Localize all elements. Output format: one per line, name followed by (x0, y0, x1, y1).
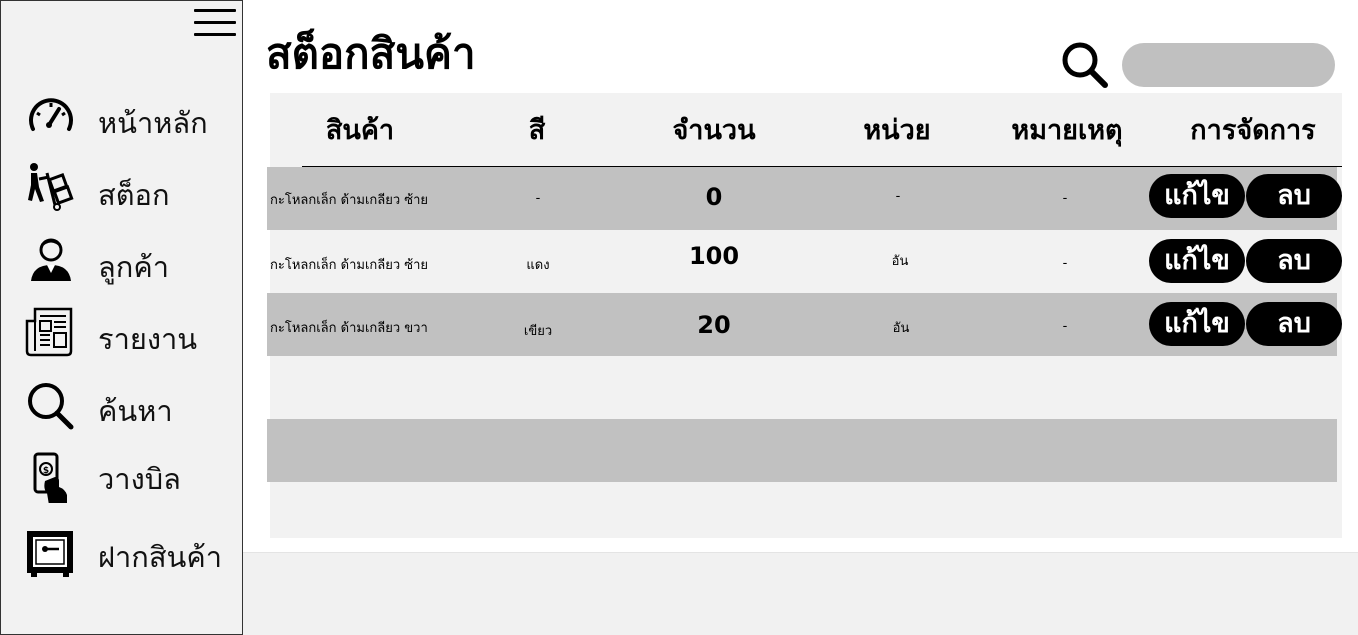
delete-button[interactable]: ลบ (1246, 302, 1342, 346)
empty-table-row (267, 419, 1337, 482)
table-header: สินค้า สี จำนวน หน่วย หมายเหตุ การจัดการ (270, 93, 1342, 167)
sidebar: หน้าหลัก สต็อก ลูกค้า รายงาน ค้นหา $ วาง… (0, 0, 243, 635)
product-unit: อัน (891, 254, 909, 269)
page-title: สต็อกสินค้า (266, 29, 476, 78)
product-name: กะโหลกเล็ก ด้ามเกลียว ซ้าย (270, 258, 429, 273)
search-icon (28, 383, 74, 430)
sidebar-item-billing[interactable]: $ วางบิล (25, 451, 235, 507)
hamburger-menu-icon[interactable] (194, 9, 236, 39)
sidebar-item-label: สต็อก (98, 178, 170, 212)
menu-bar (194, 9, 236, 12)
footer-area (243, 552, 1358, 635)
product-note: - (1062, 319, 1068, 334)
product-unit: อัน (892, 321, 910, 336)
table-row: กะโหลกเล็ก ด้ามเกลียว ขวา เขียว 20 อัน -… (267, 293, 1342, 356)
sidebar-item-deposit[interactable]: ฝากสินค้า (25, 529, 235, 585)
sidebar-item-report[interactable]: รายงาน (25, 307, 235, 363)
column-header-product: สินค้า (325, 115, 395, 146)
sidebar-item-customer[interactable]: ลูกค้า (25, 235, 235, 291)
product-name: กะโหลกเล็ก ด้ามเกลียว ขวา (270, 321, 428, 336)
product-quantity: 20 (697, 311, 731, 339)
product-unit: - (895, 189, 901, 204)
product-quantity: 100 (688, 242, 740, 270)
column-header-quantity: จำนวน (672, 115, 756, 146)
product-color: - (535, 191, 541, 206)
sidebar-item-home[interactable]: หน้าหลัก (25, 91, 235, 147)
product-note: - (1062, 191, 1068, 206)
sidebar-item-label: ลูกค้า (98, 250, 170, 284)
sidebar-item-label: ค้นหา (98, 394, 173, 428)
customer-icon (31, 238, 71, 281)
sidebar-item-label: รายงาน (98, 322, 198, 356)
table-row: กะโหลกเล็ก ด้ามเกลียว ซ้าย แดง 100 อัน -… (267, 230, 1342, 293)
safe-icon (27, 531, 73, 577)
delete-button[interactable]: ลบ (1246, 174, 1342, 218)
menu-bar (194, 33, 236, 36)
sidebar-item-label: วางบิล (98, 462, 181, 496)
stock-table: สินค้า สี จำนวน หน่วย หมายเหตุ การจัดการ… (267, 93, 1342, 538)
column-header-color: สี (528, 115, 546, 146)
search-icon[interactable] (1060, 40, 1110, 90)
product-color: เขียว (523, 324, 553, 339)
table-row: กะโหลกเล็ก ด้ามเกลียว ซ้าย - 0 - - แก้ไข… (267, 167, 1342, 230)
product-note: - (1062, 256, 1068, 271)
product-quantity: 0 (705, 183, 723, 211)
sidebar-item-search[interactable]: ค้นหา (25, 381, 235, 437)
payment-phone-icon: $ (33, 452, 67, 503)
main-content: สต็อกสินค้า สินค้า สี จำนวน หน่วย หมายเห… (243, 0, 1358, 635)
column-header-unit: หน่วย (863, 115, 931, 146)
product-name: กะโหลกเล็ก ด้ามเกลียว ซ้าย (270, 193, 429, 208)
menu-bar (194, 21, 236, 24)
hand-truck-icon (28, 163, 74, 211)
column-header-note: หมายเหตุ (1011, 115, 1123, 146)
column-header-actions: การจัดการ (1190, 115, 1316, 146)
edit-button[interactable]: แก้ไข (1149, 302, 1245, 346)
empty-table-row (267, 356, 1337, 419)
newspaper-icon (25, 307, 73, 357)
sidebar-item-stock[interactable]: สต็อก (25, 161, 235, 217)
speedometer-icon (29, 98, 73, 131)
sidebar-item-label: ฝากสินค้า (98, 540, 223, 574)
search-input[interactable] (1122, 43, 1335, 87)
edit-button[interactable]: แก้ไข (1149, 174, 1245, 218)
product-color: แดง (526, 258, 550, 273)
delete-button[interactable]: ลบ (1246, 239, 1342, 283)
edit-button[interactable]: แก้ไข (1149, 239, 1245, 283)
svg-text:$: $ (43, 466, 49, 476)
sidebar-item-label: หน้าหลัก (98, 106, 208, 140)
